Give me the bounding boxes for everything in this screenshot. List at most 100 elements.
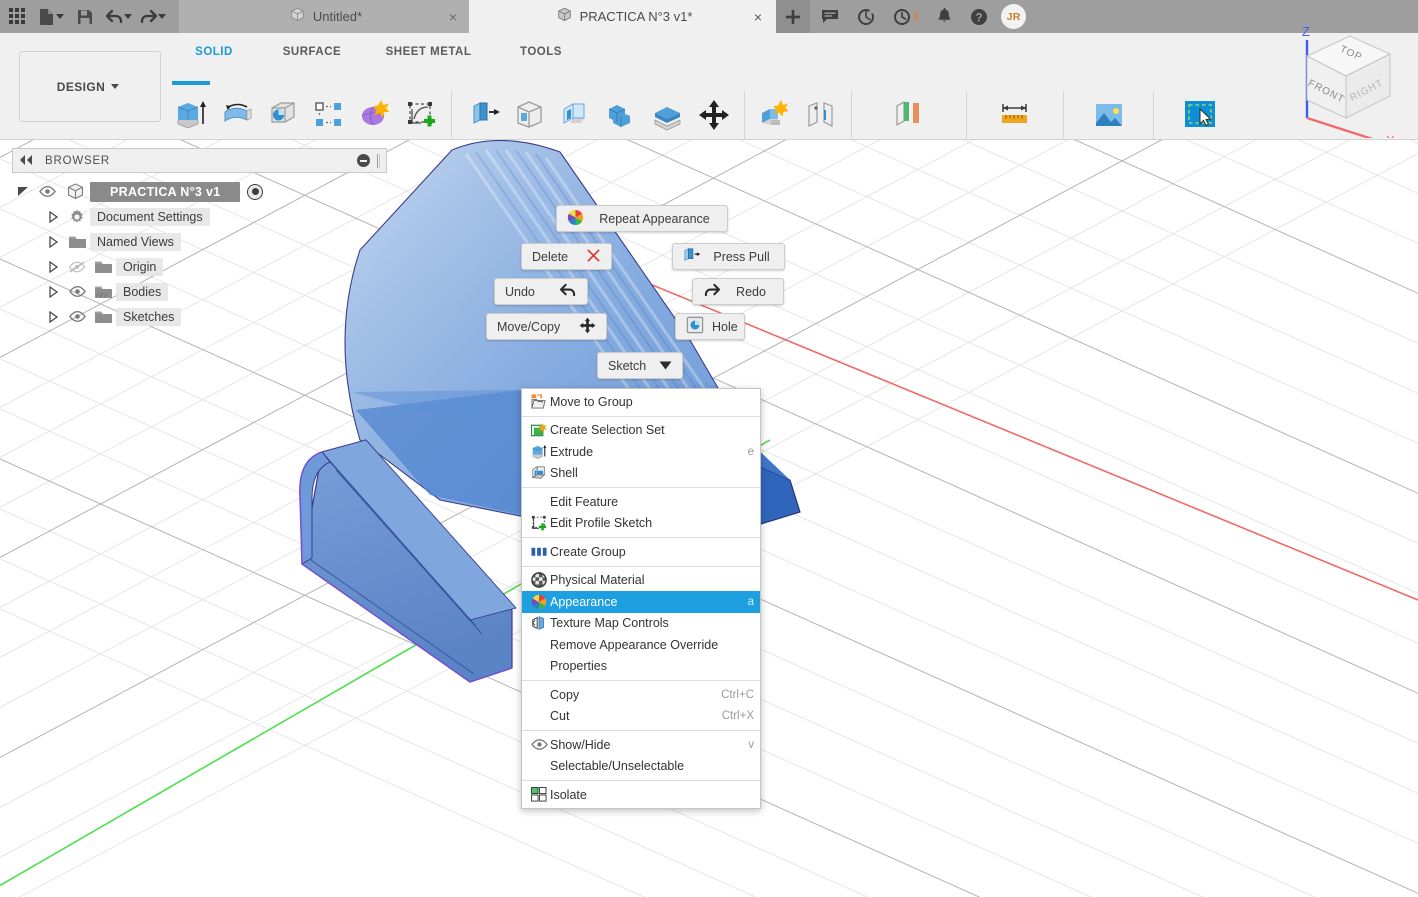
menu-item-move-to-group[interactable]: Move to Group bbox=[522, 391, 760, 413]
menu-item-shell[interactable]: Shell bbox=[522, 463, 760, 485]
expand-triangle-icon[interactable] bbox=[42, 260, 64, 273]
press-pull-icon[interactable] bbox=[461, 91, 507, 139]
menu-item-extrude[interactable]: Extrude e bbox=[522, 441, 760, 463]
menu-item-show-hide[interactable]: Show/Hide v bbox=[522, 734, 760, 756]
activate-component-radio[interactable] bbox=[247, 183, 264, 200]
browser-panel[interactable]: BROWSER PRACTICA N°3 v1 Document Setting… bbox=[12, 148, 387, 329]
measure-icon[interactable] bbox=[989, 91, 1041, 139]
tab-solid[interactable]: SOLID bbox=[170, 43, 258, 61]
eye-icon[interactable] bbox=[64, 311, 90, 322]
new-document-tab-button[interactable] bbox=[776, 0, 810, 33]
view-cube[interactable]: Z X TOP FRONT RIGHT bbox=[1288, 18, 1408, 148]
tree-item-bodies[interactable]: Bodies bbox=[12, 279, 387, 304]
marking-menu-redo[interactable]: Redo bbox=[692, 278, 784, 305]
menu-item-shortcut: a bbox=[747, 595, 754, 608]
form-icon[interactable] bbox=[352, 91, 398, 139]
app-grid-icon[interactable] bbox=[0, 0, 34, 33]
help-icon[interactable]: ? bbox=[961, 0, 997, 33]
expand-triangle-icon[interactable] bbox=[42, 285, 64, 298]
refresh-sync-icon[interactable] bbox=[848, 0, 884, 33]
insert-image-icon[interactable] bbox=[1083, 91, 1135, 139]
menu-item-label: Move to Group bbox=[550, 394, 633, 409]
marking-menu-press-pull[interactable]: Press Pull bbox=[672, 243, 785, 270]
comments-icon[interactable] bbox=[812, 0, 848, 33]
menu-item-create-group[interactable]: Create Group bbox=[522, 541, 760, 563]
menu-item-copy[interactable]: Copy Ctrl+C bbox=[522, 684, 760, 706]
tab-sheet-metal[interactable]: SHEET METAL bbox=[366, 43, 491, 61]
workspace-selector[interactable]: DESIGN bbox=[19, 51, 161, 122]
tree-item-practica-root[interactable]: PRACTICA N°3 v1 bbox=[12, 179, 387, 204]
expand-triangle-icon[interactable] bbox=[42, 310, 64, 323]
construct-plane-icon[interactable] bbox=[883, 91, 935, 139]
new-file-dropdown-caret-icon[interactable] bbox=[56, 14, 64, 19]
undo-dropdown-caret-icon[interactable] bbox=[124, 14, 132, 19]
undo-icon[interactable] bbox=[102, 0, 126, 33]
redo-dropdown-caret-icon[interactable] bbox=[158, 14, 166, 19]
collapse-left-icon[interactable] bbox=[19, 152, 33, 170]
expand-triangle-icon[interactable] bbox=[42, 210, 64, 223]
save-icon[interactable] bbox=[68, 0, 102, 33]
marking-menu-sketch[interactable]: Sketch bbox=[597, 352, 683, 379]
tab-tools[interactable]: TOOLS bbox=[491, 43, 591, 61]
avatar[interactable]: JR bbox=[1001, 4, 1027, 29]
context-menu[interactable]: Move to Group Create Selection Set Extru… bbox=[521, 388, 761, 809]
eye-icon[interactable] bbox=[64, 286, 90, 297]
close-tab-icon[interactable]: × bbox=[449, 10, 457, 24]
menu-item-shortcut: e bbox=[747, 445, 754, 458]
document-tab-practica[interactable]: PRACTICA N°3 v1* × bbox=[469, 0, 776, 33]
extrude-icon[interactable] bbox=[168, 81, 214, 139]
menu-item-properties[interactable]: Properties bbox=[522, 656, 760, 678]
redo-icon[interactable] bbox=[136, 0, 160, 33]
minimize-dot-icon[interactable] bbox=[357, 154, 370, 167]
menu-item-cut[interactable]: Cut Ctrl+X bbox=[522, 706, 760, 728]
menu-item-remove-appearance-override[interactable]: Remove Appearance Override bbox=[522, 634, 760, 656]
menu-item-create-selection-set[interactable]: Create Selection Set bbox=[522, 420, 760, 442]
marking-menu-undo[interactable]: Undo bbox=[494, 278, 588, 305]
notifications-bell-icon[interactable] bbox=[928, 0, 961, 33]
job-status-clock-icon[interactable]: 1 bbox=[884, 0, 928, 33]
fillet-icon[interactable] bbox=[507, 91, 553, 139]
shell-icon[interactable] bbox=[553, 91, 599, 139]
menu-divider bbox=[522, 415, 760, 417]
combine-icon[interactable] bbox=[599, 91, 645, 139]
expand-triangle-icon[interactable] bbox=[12, 185, 34, 198]
move-copy-icon[interactable] bbox=[691, 91, 737, 139]
document-tab-untitled[interactable]: Untitled* × bbox=[179, 0, 469, 33]
tab-surface[interactable]: SURFACE bbox=[258, 43, 366, 61]
eye-off-icon[interactable] bbox=[64, 260, 90, 273]
select-window-icon[interactable] bbox=[1174, 91, 1226, 139]
marking-menu-repeat-appearance[interactable]: Repeat Appearance bbox=[556, 205, 728, 232]
menu-item-edit-feature[interactable]: Edit Feature bbox=[522, 491, 760, 513]
pattern-icon[interactable] bbox=[306, 91, 352, 139]
split-face-icon[interactable] bbox=[645, 91, 691, 139]
menu-item-physical-material[interactable]: Physical Material bbox=[522, 570, 760, 592]
new-component-icon[interactable] bbox=[752, 91, 798, 139]
create-sketch-icon[interactable] bbox=[398, 91, 444, 139]
tree-item-label: Document Settings bbox=[90, 207, 210, 226]
tree-item-document-settings[interactable]: Document Settings bbox=[12, 204, 387, 229]
panel-resize-grip[interactable] bbox=[377, 153, 380, 168]
browser-header[interactable]: BROWSER bbox=[12, 148, 387, 173]
menu-item-texture-map-controls[interactable]: Texture Map Controls bbox=[522, 613, 760, 635]
sweep-icon[interactable] bbox=[260, 91, 306, 139]
new-file-icon[interactable] bbox=[34, 0, 58, 33]
marking-menu-hole[interactable]: Hole bbox=[675, 313, 745, 340]
marking-menu-delete[interactable]: Delete bbox=[521, 243, 612, 270]
close-tab-icon[interactable]: × bbox=[754, 10, 762, 24]
menu-item-isolate[interactable]: Isolate bbox=[522, 784, 760, 806]
svg-text:?: ? bbox=[976, 12, 983, 24]
marking-menu-move-copy[interactable]: Move/Copy bbox=[486, 313, 607, 340]
tree-item-label: PRACTICA N°3 v1 bbox=[90, 181, 241, 202]
revolve-icon[interactable] bbox=[214, 91, 260, 139]
menu-item-appearance[interactable]: Appearance a bbox=[522, 591, 760, 613]
eye-icon[interactable] bbox=[34, 186, 60, 197]
folder-icon bbox=[90, 259, 116, 275]
expand-triangle-icon[interactable] bbox=[42, 235, 64, 248]
menu-item-selectable-unselectable[interactable]: Selectable/Unselectable bbox=[522, 756, 760, 778]
tree-item-origin[interactable]: Origin bbox=[12, 254, 387, 279]
menu-item-edit-profile-sketch[interactable]: Edit Profile Sketch bbox=[522, 513, 760, 535]
tree-item-sketches[interactable]: Sketches bbox=[12, 304, 387, 329]
menu-item-label: Create Group bbox=[550, 544, 626, 559]
joint-icon[interactable] bbox=[798, 91, 844, 139]
tree-item-named-views[interactable]: Named Views bbox=[12, 229, 387, 254]
